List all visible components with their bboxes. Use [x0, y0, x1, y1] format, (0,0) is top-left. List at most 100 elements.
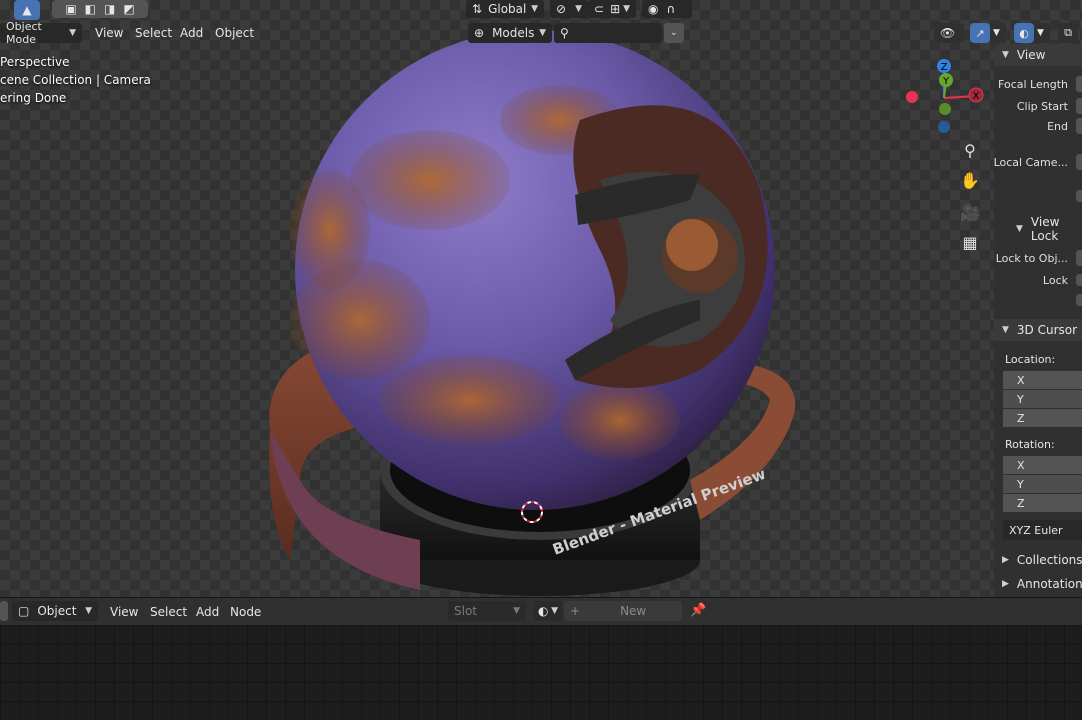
chevron-down-icon: ▼ — [1037, 28, 1044, 38]
browse-material-dropdown[interactable]: ◐ ▼ — [534, 601, 562, 621]
clip-start-label: Clip Start — [1016, 100, 1068, 113]
view-panel-header[interactable]: ▼ View — [994, 44, 1082, 66]
lock-to-object-field[interactable] — [1076, 250, 1082, 266]
render-status-text: ering Done — [0, 91, 67, 105]
editor-type-button[interactable] — [0, 601, 8, 621]
lock-camera-checkbox[interactable] — [1076, 294, 1082, 306]
select-extend-icon[interactable]: ◧ — [85, 2, 96, 16]
new-material-button[interactable]: + New — [564, 601, 682, 621]
shader-type-dropdown[interactable]: ▢ Object ▼ — [12, 601, 98, 621]
local-camera-checkbox[interactable] — [1076, 154, 1082, 170]
local-camera-label: Local Came... — [994, 156, 1068, 169]
node-menu-node[interactable]: Node — [230, 605, 261, 619]
sphere — [290, 30, 775, 510]
collections-title: Collections — [1016, 553, 1082, 567]
clip-end-field[interactable] — [1076, 118, 1082, 134]
gizmo-neg-x-axis[interactable] — [906, 91, 918, 103]
transform-orientation-dropdown[interactable]: ⇅ Global ▼ — [466, 0, 544, 18]
rotation-y-label: Y — [1017, 477, 1024, 491]
filter-dropdown[interactable]: ⌄ — [664, 23, 684, 43]
location-z-field[interactable]: Z — [1003, 409, 1082, 427]
proportional-edit-icon[interactable]: ◉ — [648, 2, 658, 16]
collection-label: Models — [492, 26, 535, 40]
pin-icon[interactable]: 📌 — [690, 603, 706, 618]
node-menu-add[interactable]: Add — [196, 605, 219, 619]
clip-end-label: End — [1047, 120, 1068, 133]
select-invert-icon[interactable]: ◩ — [123, 2, 134, 16]
transform-orientation-label: Global — [488, 2, 527, 16]
zoom-icon[interactable]: ⚲ — [958, 138, 982, 162]
menu-select[interactable]: Select — [135, 26, 172, 40]
location-y-field[interactable]: Y — [1003, 390, 1082, 408]
globe-icon: ⊕ — [474, 26, 485, 40]
grid-perspective-icon[interactable]: ▦ — [958, 230, 982, 254]
rotation-x-field[interactable]: X — [1003, 456, 1082, 474]
slot-dropdown[interactable]: Slot ▼ — [448, 601, 526, 621]
location-x-field[interactable]: X — [1003, 371, 1082, 389]
location-z-label: Z — [1017, 411, 1025, 425]
selection-mode-group[interactable]: ▣ ◧ ◨ ◩ — [52, 0, 148, 18]
view-lock-subpanel-header[interactable]: ▼ View Lock — [994, 215, 1082, 243]
mode-dropdown[interactable]: Object Mode ▼ — [0, 20, 82, 46]
chevron-down-icon: ▼ — [69, 28, 76, 38]
pivot-point-dropdown[interactable]: ⊘ ▼ — [550, 0, 588, 18]
chevron-down-icon: ▼ — [551, 606, 558, 616]
chevron-down-icon: ▼ — [623, 4, 630, 14]
gizmo-y-label: Y — [942, 76, 950, 87]
chevron-down-icon: ⌄ — [670, 28, 678, 38]
gizmo-icon: ↗ — [975, 26, 985, 40]
node-editor-header: ▢ Object ▼ View Select Add Node Slot ▼ ◐… — [0, 597, 1082, 625]
cursor-arrow-icon: ▲ — [22, 3, 32, 17]
collections-panel-header[interactable]: ▶ Collections — [994, 549, 1082, 571]
rotation-x-label: X — [1017, 458, 1025, 472]
material-sphere-icon: ◐ — [538, 604, 549, 618]
node-menu-select[interactable]: Select — [150, 605, 187, 619]
rotation-z-field[interactable]: Z — [1003, 494, 1082, 512]
gizmo-options-dropdown[interactable]: ▼ — [990, 23, 1006, 43]
select-box-icon[interactable]: ▣ — [65, 2, 76, 16]
search-input[interactable]: ⚲ — [554, 23, 662, 43]
clip-start-field[interactable] — [1076, 98, 1082, 114]
gizmo-neg-z-axis[interactable] — [938, 121, 950, 133]
object-shader-icon: ▢ — [18, 604, 30, 618]
overlays-options-dropdown[interactable]: ▼ — [1034, 23, 1050, 43]
navigation-gizmo[interactable]: Z X Y — [900, 54, 990, 136]
node-editor-canvas[interactable] — [0, 625, 1082, 720]
menu-object[interactable]: Object — [215, 26, 254, 40]
local-camera-field[interactable] — [1076, 190, 1082, 202]
camera-icon[interactable]: 🎥 — [958, 200, 982, 224]
menu-view[interactable]: View — [95, 26, 123, 40]
node-menu-view[interactable]: View — [110, 605, 138, 619]
location-label: Location: — [1005, 353, 1056, 366]
gizmo-x-label: X — [973, 91, 980, 102]
proportional-editing-group[interactable]: ◉ ∩ — [642, 0, 692, 18]
snap-grid-icon[interactable]: ⊞ — [610, 2, 620, 16]
menu-add[interactable]: Add — [180, 26, 203, 40]
magnet-icon[interactable]: ⊂ — [594, 2, 604, 16]
gizmo-neg-y-axis[interactable] — [939, 103, 951, 115]
collection-dropdown[interactable]: ⊕ Models ▼ — [468, 23, 552, 43]
rotation-y-field[interactable]: Y — [1003, 475, 1082, 493]
3d-cursor-title: 3D Cursor — [1016, 323, 1078, 337]
3d-cursor-panel-header[interactable]: ▼ 3D Cursor — [994, 319, 1082, 341]
xray-toggle-button[interactable]: ⧉ — [1058, 23, 1078, 43]
gizmo-toggle-button[interactable]: ↗ — [970, 23, 990, 43]
annotations-panel-header[interactable]: ▶ Annotations — [994, 573, 1082, 595]
lock-to-object-label: Lock to Obj... — [995, 252, 1068, 265]
hand-pan-icon[interactable]: ✋ — [958, 168, 982, 192]
visibility-dropdown[interactable]: 👁 — [934, 23, 964, 43]
snapping-group[interactable]: ⊂ ⊞ ▼ — [588, 0, 636, 18]
select-subtract-icon[interactable]: ◨ — [104, 2, 115, 16]
overlays-toggle-button[interactable]: ◐ — [1014, 23, 1034, 43]
focal-length-label: Focal Length — [998, 78, 1068, 91]
3d-viewport[interactable]: Blender - Material Preview ▲ ▣ ◧ ◨ ◩ ⇅ G… — [0, 0, 1082, 597]
chevron-down-icon: ▼ — [85, 606, 92, 616]
rotation-mode-dropdown[interactable]: XYZ Euler — [1003, 520, 1082, 540]
rotation-z-label: Z — [1017, 496, 1025, 510]
lock-checkbox[interactable] — [1076, 274, 1082, 286]
search-icon: ⚲ — [560, 26, 569, 40]
chevron-right-icon: ▶ — [1002, 555, 1009, 565]
focal-length-field[interactable] — [1076, 76, 1082, 92]
falloff-curve-icon[interactable]: ∩ — [666, 2, 675, 16]
select-tool-button[interactable]: ▲ — [14, 0, 40, 20]
